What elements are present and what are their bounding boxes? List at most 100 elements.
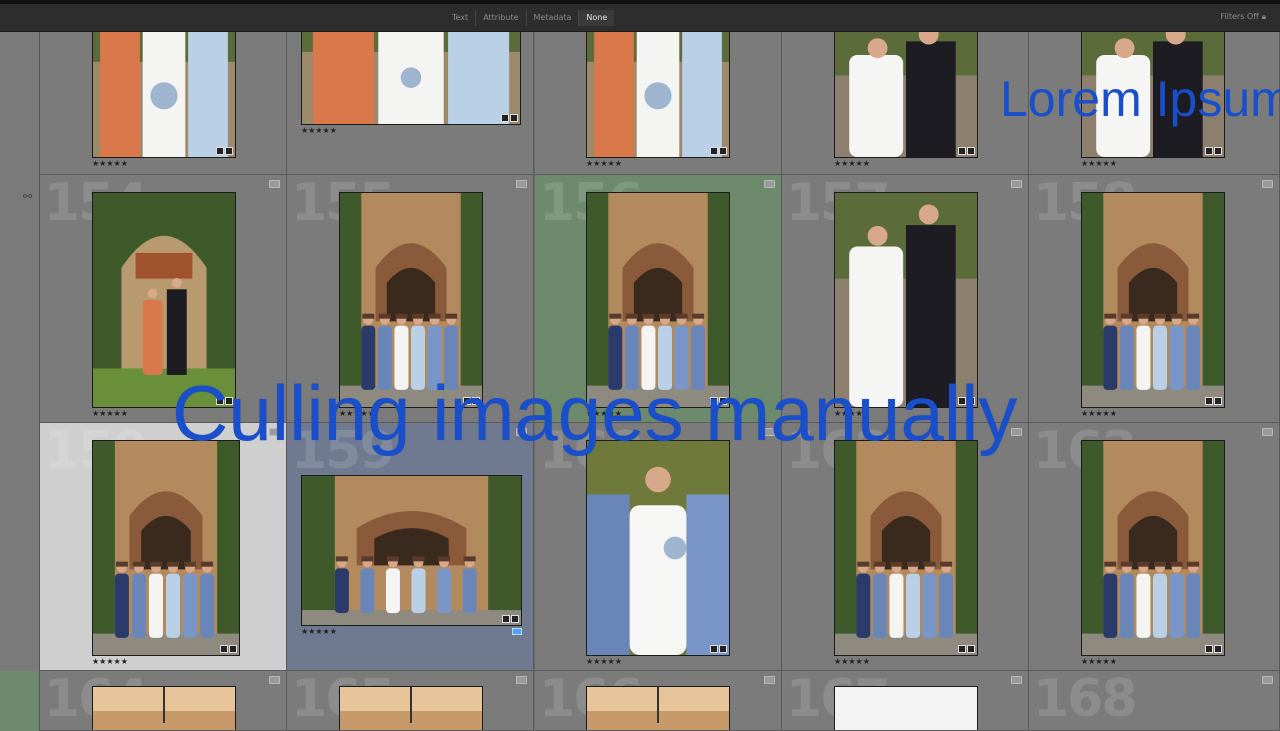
thumbnail-badges [1205, 147, 1222, 155]
metadata-badge-icon[interactable] [1205, 147, 1213, 155]
photo-thumbnail[interactable] [92, 440, 240, 656]
metadata-badge-icon[interactable] [216, 147, 224, 155]
star-rating[interactable]: ★★★★★ [92, 160, 128, 168]
crop-badge-icon[interactable] [229, 645, 237, 653]
metadata-badge-icon[interactable] [958, 645, 966, 653]
grid-cell[interactable]: ★★★★★ [40, 32, 287, 175]
crop-badge-icon[interactable] [1214, 645, 1222, 653]
crop-badge-icon[interactable] [967, 147, 975, 155]
grid-cell[interactable]: ★★★★★ [535, 32, 782, 175]
tab-none[interactable]: None [578, 10, 615, 26]
tab-text[interactable]: Text [445, 10, 475, 26]
star-rating[interactable]: ★★★★★ [1081, 658, 1117, 666]
star-rating[interactable]: ★★★★★ [301, 127, 337, 135]
star-rating[interactable]: ★★★★★ [92, 410, 128, 418]
star-rating[interactable]: ★★★★★ [301, 628, 337, 636]
metadata-badge-icon[interactable] [958, 147, 966, 155]
metadata-badge-icon[interactable] [502, 615, 510, 623]
star-rating[interactable]: ★★★★★ [92, 658, 128, 666]
photo-thumbnail[interactable] [834, 686, 978, 730]
star-rating[interactable]: ★★★★★ [586, 658, 622, 666]
quick-collection-icon[interactable] [764, 180, 775, 188]
photo-thumbnail[interactable] [92, 686, 236, 730]
grid-cell[interactable]: 158 ★★★★★ [1029, 175, 1280, 423]
crop-badge-icon[interactable] [510, 114, 518, 122]
photo-thumbnail[interactable] [586, 440, 730, 656]
quick-collection-icon[interactable] [1262, 676, 1273, 684]
crop-badge-icon[interactable] [1214, 397, 1222, 405]
grid-cell[interactable]: 159 ★★★★★ [287, 423, 534, 671]
quick-collection-icon[interactable] [1262, 428, 1273, 436]
left-margin-strip [0, 32, 40, 175]
thumbnail-badges [502, 615, 519, 623]
metadata-badge-icon[interactable] [1205, 397, 1213, 405]
metadata-badge-icon[interactable] [501, 114, 509, 122]
quick-collection-icon[interactable] [269, 676, 280, 684]
filter-tabs: Text Attribute Metadata None [445, 10, 615, 26]
star-rating[interactable]: ★★★★★ [586, 160, 622, 168]
star-rating[interactable]: ★★★★★ [834, 160, 870, 168]
link-icon[interactable]: ⚯ [23, 190, 32, 203]
top-strip [0, 0, 1280, 4]
left-margin-strip [0, 175, 40, 423]
lock-icon[interactable]: 🔒︎ [1262, 12, 1266, 22]
tab-attribute[interactable]: Attribute [475, 10, 525, 26]
thumbnail-badges [1205, 397, 1222, 405]
grid-cell[interactable]: 164 [40, 671, 287, 731]
crop-badge-icon[interactable] [1214, 147, 1222, 155]
photo-thumbnail[interactable] [586, 32, 730, 158]
photo-thumbnail[interactable] [301, 32, 521, 125]
left-margin-strip [0, 671, 40, 731]
metadata-badge-icon[interactable] [1205, 645, 1213, 653]
grid-cell[interactable]: 168 [1029, 671, 1280, 731]
grid-cell[interactable]: 163 ★★★★★ [1029, 423, 1280, 671]
photo-thumbnail[interactable] [301, 475, 522, 626]
thumbnail-badges [958, 645, 975, 653]
tab-metadata[interactable]: Metadata [525, 10, 579, 26]
metadata-badge-icon[interactable] [710, 645, 718, 653]
photo-thumbnail[interactable] [1081, 192, 1225, 408]
overlay-title: Culling images manually [172, 369, 1018, 457]
quick-collection-icon[interactable] [1011, 676, 1022, 684]
grid-cell[interactable]: 167 [782, 671, 1029, 731]
photo-thumbnail[interactable] [339, 686, 483, 730]
crop-badge-icon[interactable] [719, 645, 727, 653]
thumbnail-badges [501, 114, 518, 122]
thumbnail-badges [1205, 645, 1222, 653]
filters-label: Filters Off [1220, 12, 1259, 21]
photo-thumbnail[interactable] [834, 440, 978, 656]
star-rating[interactable]: ★★★★★ [1081, 410, 1117, 418]
photo-thumbnail[interactable] [92, 32, 236, 158]
grid-cell[interactable]: ★★★★★ [287, 32, 534, 175]
grid-cell[interactable]: 166 [535, 671, 782, 731]
crop-badge-icon[interactable] [967, 645, 975, 653]
photo-thumbnail[interactable] [1081, 440, 1225, 656]
left-margin-strip [0, 423, 40, 671]
crop-badge-icon[interactable] [511, 615, 519, 623]
metadata-badge-icon[interactable] [710, 147, 718, 155]
thumbnail-badges [710, 645, 727, 653]
quick-collection-icon[interactable] [516, 180, 527, 188]
quick-collection-icon[interactable] [1011, 180, 1022, 188]
crop-badge-icon[interactable] [719, 147, 727, 155]
photo-thumbnail[interactable] [586, 686, 730, 730]
photo-thumbnail[interactable] [834, 32, 978, 158]
quick-collection-icon[interactable] [1262, 180, 1273, 188]
quick-collection-icon[interactable] [516, 676, 527, 684]
overlay-lorem-text: Lorem Ipsum [1000, 71, 1280, 127]
thumbnail-badges [216, 147, 233, 155]
metadata-badge-icon[interactable] [220, 645, 228, 653]
crop-badge-icon[interactable] [225, 147, 233, 155]
star-rating[interactable]: ★★★★★ [834, 658, 870, 666]
grid-cell[interactable]: 159 ★★★★★ [40, 423, 287, 671]
grid-cell[interactable]: 162 ★★★★★ [782, 423, 1029, 671]
grid-cell[interactable]: 160 ★★★★★ [535, 423, 782, 671]
grid-cell[interactable]: ★★★★★ [782, 32, 1029, 175]
color-label-marker [512, 628, 522, 635]
thumbnail-badges [220, 645, 237, 653]
quick-collection-icon[interactable] [269, 180, 280, 188]
quick-collection-icon[interactable] [764, 676, 775, 684]
star-rating[interactable]: ★★★★★ [1081, 160, 1117, 168]
filters-dropdown[interactable]: Filters Off 🔒︎ [1220, 12, 1266, 22]
grid-cell[interactable]: 165 [287, 671, 534, 731]
